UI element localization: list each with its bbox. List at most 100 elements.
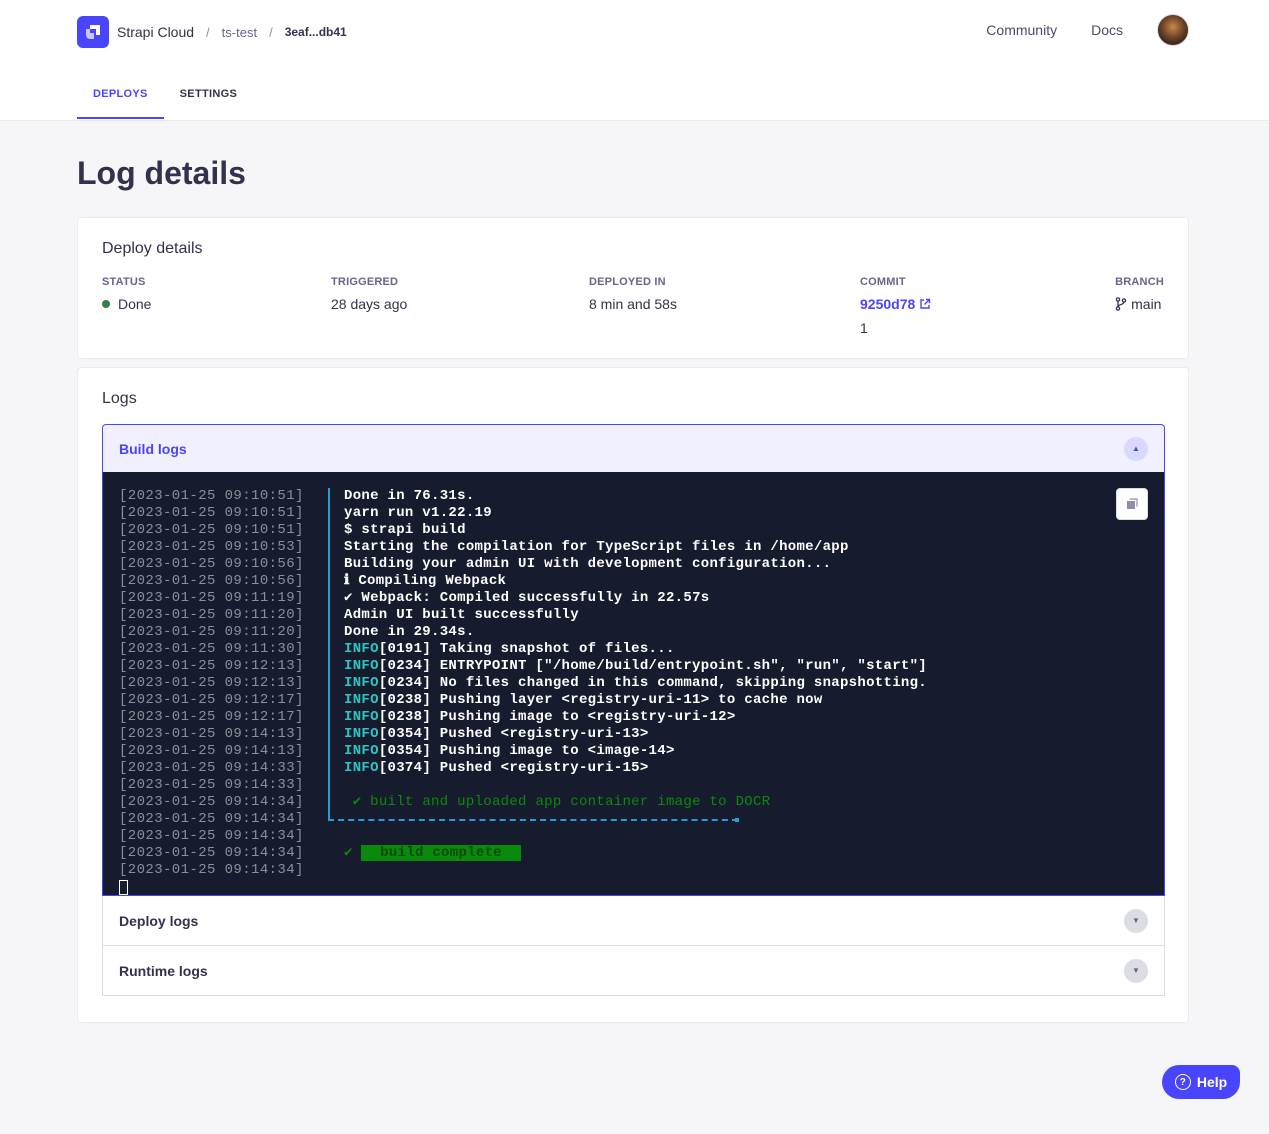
check-icon: ✔ bbox=[344, 845, 362, 861]
log-level: INFO bbox=[344, 743, 379, 759]
logs-accordion: Build logs ▲ [2023-01-25 09:10:51] [2023-… bbox=[102, 424, 1165, 996]
runtime-logs-header[interactable]: Runtime logs ▼ bbox=[102, 946, 1165, 996]
deploy-details-title: Deploy details bbox=[102, 240, 203, 257]
log-timestamp: [2023-01-25 09:14:34] bbox=[119, 794, 304, 810]
log-level: INFO bbox=[344, 709, 379, 725]
deploy-logs-label: Deploy logs bbox=[119, 912, 199, 929]
avatar[interactable] bbox=[1157, 14, 1189, 46]
build-logs-label: Build logs bbox=[119, 440, 187, 457]
log-timestamp: [2023-01-25 09:11:30] bbox=[119, 641, 304, 657]
log-message: INFO[0354] Pushed <registry-uri-13> bbox=[344, 726, 649, 742]
log-timestamp: [2023-01-25 09:14:34] bbox=[119, 811, 304, 827]
tab-deploys[interactable]: DEPLOYS bbox=[77, 80, 164, 119]
timestamp-column: [2023-01-25 09:10:51] [2023-01-25 09:10:5… bbox=[119, 488, 304, 879]
commit-label: COMMIT bbox=[860, 276, 906, 288]
log-message bbox=[344, 777, 927, 794]
log-timestamp: [2023-01-25 09:14:34] bbox=[119, 862, 304, 878]
log-message: INFO[0354] Pushing image to <image-14> bbox=[344, 743, 675, 759]
log-timestamp: [2023-01-25 09:11:19] bbox=[119, 590, 304, 606]
docs-link[interactable]: Docs bbox=[1091, 22, 1123, 38]
deployed-in-label: DEPLOYED IN bbox=[589, 276, 666, 288]
log-level: INFO bbox=[344, 692, 379, 708]
breadcrumb: Strapi Cloud / ts-test / 3eaf...db41 bbox=[117, 24, 347, 40]
tab-bar: DEPLOYS SETTINGS bbox=[77, 80, 253, 119]
chevron-down-icon[interactable]: ▼ bbox=[1124, 908, 1148, 933]
branch-value: main bbox=[1131, 296, 1162, 312]
log-level: INFO bbox=[344, 675, 379, 691]
breadcrumb-app[interactable]: Strapi Cloud bbox=[117, 24, 194, 40]
log-message: INFO[0191] Taking snapshot of files... bbox=[344, 641, 675, 657]
log-timestamp: [2023-01-25 09:10:51] bbox=[119, 522, 304, 538]
log-message: Admin UI built successfully bbox=[344, 607, 579, 623]
log-timestamp: [2023-01-25 09:10:51] bbox=[119, 488, 304, 504]
status-value: Done bbox=[118, 296, 152, 312]
log-message: ✔ Webpack: Compiled successfully in 22.5… bbox=[344, 590, 710, 606]
deploy-logs-header[interactable]: Deploy logs ▼ bbox=[102, 896, 1165, 946]
logs-card: Logs Build logs ▲ [2023-01-25 09:10:51][… bbox=[77, 367, 1189, 1023]
status-label: STATUS bbox=[102, 276, 146, 288]
breadcrumb-separator: / bbox=[206, 24, 210, 40]
log-timestamp: [2023-01-25 09:14:34] bbox=[119, 828, 304, 844]
help-label: Help bbox=[1196, 1074, 1228, 1090]
status-dot-icon bbox=[102, 300, 110, 308]
breadcrumb-project[interactable]: ts-test bbox=[222, 25, 257, 40]
build-logs-terminal[interactable]: [2023-01-25 09:10:51] [2023-01-25 09:10:5… bbox=[102, 472, 1165, 896]
log-message: INFO[0238] Pushing layer <registry-uri-1… bbox=[344, 692, 823, 708]
log-timestamp: [2023-01-25 09:14:33] bbox=[119, 777, 304, 793]
log-message bbox=[344, 862, 927, 879]
triggered-value: 28 days ago bbox=[331, 296, 408, 312]
deployed-in-value: 8 min and 58s bbox=[589, 296, 677, 312]
log-timestamp: [2023-01-25 09:10:53] bbox=[119, 539, 304, 555]
commit-message: 1 bbox=[860, 320, 868, 336]
log-timestamp: [2023-01-25 09:14:13] bbox=[119, 743, 304, 759]
log-level: INFO bbox=[344, 726, 379, 742]
log-timestamp: [2023-01-25 09:12:17] bbox=[119, 709, 304, 725]
chevron-up-icon[interactable]: ▲ bbox=[1124, 436, 1148, 461]
log-timestamp: [2023-01-25 09:10:51] bbox=[119, 505, 304, 521]
log-success-message: ✔ built and uploaded app container image… bbox=[344, 794, 771, 810]
log-message: ✔ build complete bbox=[344, 845, 927, 862]
copy-icon bbox=[1127, 498, 1138, 509]
question-circle-icon: ? bbox=[1174, 1074, 1191, 1090]
log-message: INFO[0234] No files changed in this comm… bbox=[344, 675, 927, 691]
log-gutter-line bbox=[328, 488, 330, 821]
tab-settings[interactable]: SETTINGS bbox=[164, 80, 253, 119]
deploy-details-card: Deploy details STATUS Done TRIGGERED 28 … bbox=[77, 217, 1189, 359]
log-timestamp: [2023-01-25 09:10:56] bbox=[119, 556, 304, 572]
copy-logs-button[interactable] bbox=[1116, 488, 1148, 520]
log-timestamp: [2023-01-25 09:10:56] bbox=[119, 573, 304, 589]
log-message: Building your admin UI with development … bbox=[344, 556, 832, 572]
branch-field: BRANCH main bbox=[1115, 276, 1164, 312]
terminal-cursor bbox=[119, 880, 128, 895]
log-message bbox=[344, 828, 927, 845]
log-message: INFO[0374] Pushed <registry-uri-15> bbox=[344, 760, 649, 776]
breadcrumb-deployment: 3eaf...db41 bbox=[284, 25, 347, 39]
message-column: Done in 76.31s. yarn run v1.22.19 $ strapi… bbox=[344, 488, 927, 879]
log-timestamp: [2023-01-25 09:12:17] bbox=[119, 692, 304, 708]
log-timestamp: [2023-01-25 09:11:20] bbox=[119, 624, 304, 640]
log-message: Done in 76.31s. bbox=[344, 488, 475, 504]
log-timestamp: [2023-01-25 09:14:34] bbox=[119, 845, 304, 861]
log-level: INFO bbox=[344, 641, 379, 657]
log-message: Done in 29.34s. bbox=[344, 624, 475, 640]
log-message: INFO[0234] ENTRYPOINT ["/home/build/entr… bbox=[344, 658, 927, 674]
strapi-logo-icon[interactable] bbox=[77, 16, 109, 48]
log-level: INFO bbox=[344, 658, 379, 674]
log-timestamp: [2023-01-25 09:14:13] bbox=[119, 726, 304, 742]
community-link[interactable]: Community bbox=[986, 22, 1057, 38]
log-message: ✔ built and uploaded app container image… bbox=[344, 794, 927, 811]
logs-title: Logs bbox=[102, 390, 137, 407]
triggered-field: TRIGGERED 28 days ago bbox=[331, 276, 407, 312]
log-level: INFO bbox=[344, 760, 379, 776]
breadcrumb-separator: / bbox=[269, 24, 273, 40]
help-button[interactable]: ? Help bbox=[1162, 1065, 1240, 1099]
log-message: Starting the compilation for TypeScript … bbox=[344, 539, 849, 555]
chevron-down-icon[interactable]: ▼ bbox=[1124, 958, 1148, 983]
log-message bbox=[344, 811, 927, 828]
commit-link[interactable]: 9250d78 bbox=[860, 296, 931, 312]
log-timestamp: [2023-01-25 09:14:33] bbox=[119, 760, 304, 776]
log-timestamp: [2023-01-25 09:12:13] bbox=[119, 658, 304, 674]
branch-label: BRANCH bbox=[1115, 276, 1164, 288]
build-complete-badge: build complete bbox=[361, 845, 521, 861]
build-logs-header[interactable]: Build logs ▲ bbox=[102, 424, 1165, 472]
